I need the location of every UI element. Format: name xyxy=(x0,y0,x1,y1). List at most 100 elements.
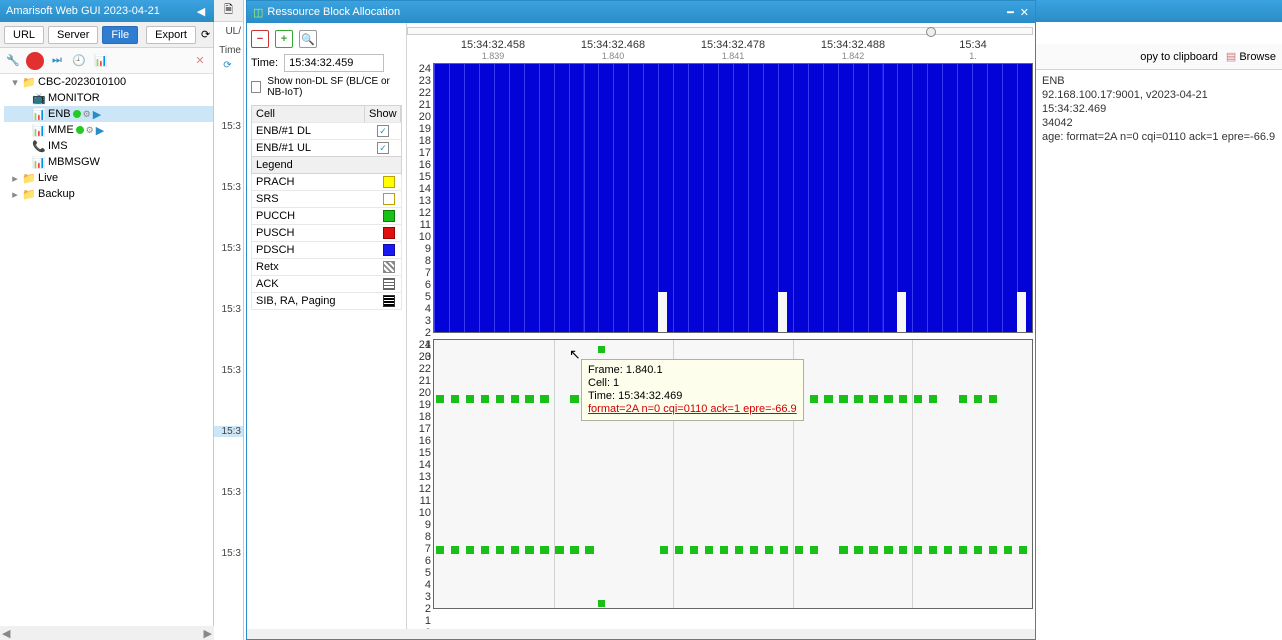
tree-root[interactable]: ▾ 📁 CBC-2023010100 xyxy=(4,74,213,90)
right-panel: opy to clipboard ▤Browse ENB92.168.100.1… xyxy=(1036,0,1282,640)
mid-time[interactable]: 15:3 xyxy=(214,304,243,315)
right-body: ENB92.168.100.17:9001, v2023-04-2115:34:… xyxy=(1036,70,1282,148)
sidebar-toolbar-1: URL Server File Export ⟳ xyxy=(0,22,213,48)
tree-backup[interactable]: ▸ 📁 Backup xyxy=(4,186,213,202)
tooltip-frame: Frame: 1.840.1 xyxy=(588,364,797,377)
app-titlebar: Amarisoft Web GUI 2023-04-21 ◀ xyxy=(0,0,214,22)
sidebar-toolbar-2: 🔧 ⏭ 🕘 📊 ✕ xyxy=(0,48,213,74)
tree-item[interactable]: 📊MME⚙▶ xyxy=(4,122,213,138)
mid-time[interactable]: 15:3 xyxy=(214,182,243,193)
wrench-icon[interactable]: 🔧 xyxy=(4,52,22,70)
mid-reload-icon[interactable]: 🗎 xyxy=(214,0,243,22)
expand-icon[interactable]: ▾ xyxy=(10,76,20,89)
tree-item[interactable]: 📺MONITOR xyxy=(4,90,213,106)
time-label: Time: xyxy=(251,57,278,69)
time-labels: 15:34:32.4581.83915:34:32.4681.84015:34:… xyxy=(433,39,1033,61)
mid-reload-icon2[interactable]: ⟳ xyxy=(214,60,243,71)
legend-label: SRS xyxy=(252,191,381,207)
minimize-icon[interactable]: ━ xyxy=(1007,6,1014,19)
nondl-checkbox[interactable] xyxy=(251,81,261,93)
cell-row: ENB/#1 UL✓ xyxy=(252,139,401,156)
legend-label: PUCCH xyxy=(252,208,381,224)
mid-header: UL/ xyxy=(214,22,243,37)
mid-time[interactable]: 15:3 xyxy=(214,121,243,132)
collapse-icon[interactable]: ◀ xyxy=(194,4,208,18)
mid-time[interactable]: 15:3 xyxy=(214,243,243,254)
mid-time[interactable]: 15:3 xyxy=(214,487,243,498)
tree-item[interactable]: 📊MBMSGW xyxy=(4,154,213,170)
plot-dl[interactable] xyxy=(433,63,1033,333)
export-button[interactable]: Export xyxy=(146,26,196,44)
folder-icon: ▤ xyxy=(1226,50,1236,63)
next-icon[interactable]: ⏭ xyxy=(48,52,66,70)
cell-table: Cell Show ENB/#1 DL✓ENB/#1 UL✓ xyxy=(251,105,402,157)
y-axis-ul: 2423222120191817161514131211109876543210 xyxy=(411,339,431,609)
item-icon: 📺 xyxy=(32,92,46,105)
cell-row: ENB/#1 DL✓ xyxy=(252,122,401,139)
legend-swatch xyxy=(383,244,395,256)
dialog-icon: ◫ xyxy=(253,6,263,19)
show-checkbox[interactable]: ✓ xyxy=(377,142,389,154)
item-icon: 📊 xyxy=(32,124,46,137)
server-button[interactable]: Server xyxy=(48,26,98,44)
mid-time-label: Time xyxy=(214,45,243,56)
info-line: 92.168.100.17:9001, v2023-04-21 xyxy=(1042,88,1276,102)
expand-icon[interactable]: ▸ xyxy=(10,188,20,201)
zoom-in-icon[interactable]: + xyxy=(275,30,293,48)
legend-row: ACK xyxy=(251,276,402,293)
time-tick: 15:34:32.4681.840 xyxy=(553,39,673,61)
chart-area: 15:34:32.4581.83915:34:32.4681.84015:34:… xyxy=(407,23,1035,629)
chart-icon[interactable]: 📊 xyxy=(92,52,110,70)
mid-time[interactable]: 15:3 xyxy=(214,426,243,437)
item-icon: 📊 xyxy=(32,156,46,169)
tooltip-time: Time: 15:34:32.469 xyxy=(588,390,797,403)
y-axis-dl: 2423222120191817161514131211109876543210 xyxy=(411,63,431,333)
legend-row: PRACH xyxy=(251,174,402,191)
dialog-title: Ressource Block Allocation xyxy=(263,6,1007,18)
sidebar-scrollbar[interactable]: ◀▶ xyxy=(0,626,214,640)
legend-swatch xyxy=(383,278,395,290)
folder-icon: 📁 xyxy=(22,76,36,89)
legend-swatch xyxy=(383,295,395,307)
time-tick: 15:34:32.4881.842 xyxy=(793,39,913,61)
info-line: 15:34:32.469 xyxy=(1042,102,1276,116)
url-button[interactable]: URL xyxy=(4,26,44,44)
mid-time[interactable]: 15:3 xyxy=(214,548,243,559)
play-icon[interactable]: ▶ xyxy=(93,108,101,121)
tooltip: Frame: 1.840.1 Cell: 1 Time: 15:34:32.46… xyxy=(581,359,804,421)
tree-item[interactable]: 📞IMS xyxy=(4,138,213,154)
time-marker[interactable] xyxy=(926,27,936,37)
refresh-icon[interactable]: ⟳ xyxy=(200,26,211,44)
time-input[interactable] xyxy=(284,54,384,72)
stop-icon[interactable] xyxy=(26,52,44,70)
legend-swatch xyxy=(383,210,395,222)
clear-icon[interactable]: ✕ xyxy=(191,52,209,70)
browse-button[interactable]: ▤Browse xyxy=(1226,50,1276,63)
show-checkbox[interactable]: ✓ xyxy=(377,125,389,137)
gear-icon[interactable]: ⚙ xyxy=(86,125,94,136)
tree-item-label: IMS xyxy=(48,140,68,152)
dialog-left-panel: − + 🔍 Time: Show non-DL SF (BL/CE or NB-… xyxy=(247,23,407,629)
clock-icon[interactable]: 🕘 xyxy=(70,52,88,70)
gear-icon[interactable]: ⚙ xyxy=(83,109,91,120)
cursor-icon: ↖ xyxy=(569,346,581,363)
time-tick: 15:34:32.4781.841 xyxy=(673,39,793,61)
play-icon[interactable]: ▶ xyxy=(96,124,104,137)
time-ruler[interactable] xyxy=(407,27,1033,35)
mid-time[interactable]: 15:3 xyxy=(214,365,243,376)
dialog-bottom-scrollbar[interactable] xyxy=(247,629,1035,639)
tree-item-label: MBMSGW xyxy=(48,156,100,168)
close-icon[interactable]: ✕ xyxy=(1020,6,1029,19)
expand-icon[interactable]: ▸ xyxy=(10,172,20,185)
tree-live[interactable]: ▸ 📁 Live xyxy=(4,170,213,186)
copy-clipboard-button[interactable]: opy to clipboard xyxy=(1140,51,1218,63)
legend-row: Retx xyxy=(251,259,402,276)
tree-item[interactable]: 📊ENB⚙▶ xyxy=(4,106,213,122)
tree-label: Backup xyxy=(38,188,75,200)
zoom-out-icon[interactable]: − xyxy=(251,30,269,48)
tree-label: Live xyxy=(38,172,58,184)
dialog-titlebar: ◫ Ressource Block Allocation ━ ✕ xyxy=(247,1,1035,23)
midstrip: 🗎 UL/ Time ⟳ 15:3 15:3 15:3 15:3 15:3 15:3 15:… xyxy=(214,0,244,640)
magnify-icon[interactable]: 🔍 xyxy=(299,30,317,48)
file-button[interactable]: File xyxy=(102,26,138,44)
